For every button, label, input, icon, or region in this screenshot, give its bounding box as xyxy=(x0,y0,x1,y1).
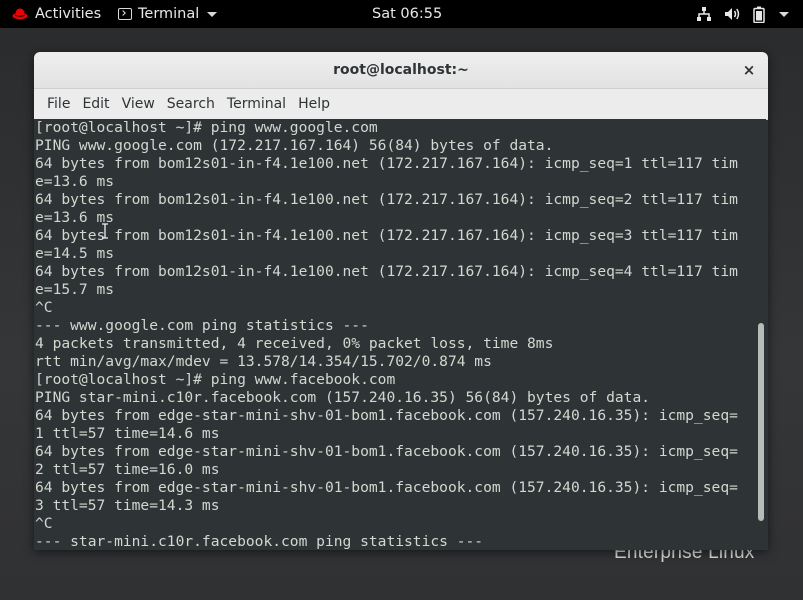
menu-search[interactable]: Search xyxy=(161,89,221,119)
terminal-line: ^C xyxy=(35,515,53,532)
close-button[interactable]: × xyxy=(740,61,758,79)
terminal-window[interactable]: root@localhost:~ × File Edit View Search… xyxy=(34,52,768,550)
terminal-line: [root@localhost ~]# ping www.google.com xyxy=(35,119,378,136)
chevron-down-icon xyxy=(207,11,218,17)
menu-file[interactable]: File xyxy=(41,89,76,119)
app-menu-label: Terminal xyxy=(138,6,200,22)
terminal-line: e=15.7 ms xyxy=(35,281,115,298)
scrollbar-thumb[interactable] xyxy=(758,323,764,521)
text-cursor-icon xyxy=(102,223,108,239)
terminal-line: 64 bytes from bom12s01-in-f4.1e100.net (… xyxy=(35,227,738,244)
terminal-line: 3 ttl=57 time=14.3 ms xyxy=(35,497,220,514)
terminal-line: [root@localhost ~]# ping www.facebook.co… xyxy=(35,371,396,388)
close-icon: × xyxy=(742,61,756,79)
terminal-line: 64 bytes from bom12s01-in-f4.1e100.net (… xyxy=(35,191,738,208)
terminal-line: rtt min/avg/max/mdev = 13.578/14.354/15.… xyxy=(35,353,492,370)
menu-help[interactable]: Help xyxy=(292,89,336,119)
terminal-output[interactable]: [root@localhost ~]# ping www.google.com … xyxy=(34,119,756,550)
terminal-line: e=14.5 ms xyxy=(35,245,115,262)
window-title: root@localhost:~ xyxy=(333,62,469,78)
terminal-line: PING star-mini.c10r.facebook.com (157.24… xyxy=(35,389,651,406)
activities-label: Activities xyxy=(35,6,102,22)
volume-icon xyxy=(725,8,740,20)
app-menu-terminal[interactable]: Terminal xyxy=(118,0,218,28)
menu-view[interactable]: View xyxy=(116,89,161,119)
desktop: Activities Terminal Sat 06:55 Enterprise… xyxy=(0,0,803,600)
terminal-line: ^C xyxy=(35,299,53,316)
window-titlebar[interactable]: root@localhost:~ × xyxy=(34,52,768,89)
terminal-line: 64 bytes from bom12s01-in-f4.1e100.net (… xyxy=(35,263,738,280)
battery-icon xyxy=(753,6,765,23)
terminal-line: e=13.6 ms xyxy=(35,173,115,190)
terminal-scrollbar[interactable] xyxy=(756,119,766,550)
terminal-line: 4 packets transmitted, 4 received, 0% pa… xyxy=(35,335,554,352)
activities-button[interactable]: Activities xyxy=(12,0,101,28)
terminal-line: 64 bytes from edge-star-mini-shv-01-bom1… xyxy=(35,407,738,424)
terminal-line: 64 bytes from edge-star-mini-shv-01-bom1… xyxy=(35,443,738,460)
menu-terminal[interactable]: Terminal xyxy=(221,89,292,119)
menu-edit[interactable]: Edit xyxy=(76,89,115,119)
terminal-line: 1 ttl=57 time=14.6 ms xyxy=(35,425,220,442)
top-bar: Activities Terminal Sat 06:55 xyxy=(0,0,803,28)
terminal-line: e=13.6 ms xyxy=(35,209,115,226)
terminal-line: PING www.google.com (172.217.167.164) 56… xyxy=(35,137,554,154)
terminal-line: --- www.google.com ping statistics --- xyxy=(35,317,369,334)
network-icon xyxy=(697,7,711,21)
terminal-app-icon xyxy=(118,8,132,20)
terminal-line: 64 bytes from bom12s01-in-f4.1e100.net (… xyxy=(35,155,738,172)
terminal-line: 64 bytes from edge-star-mini-shv-01-bom1… xyxy=(35,479,738,496)
terminal-line: 2 ttl=57 time=16.0 ms xyxy=(35,461,220,478)
system-tray[interactable] xyxy=(696,0,789,28)
power-menu-caret-icon xyxy=(779,11,789,17)
menu-bar: File Edit View Search Terminal Help xyxy=(34,89,768,120)
terminal-line: --- star-mini.c10r.facebook.com ping sta… xyxy=(35,533,484,550)
clock[interactable]: Sat 06:55 xyxy=(372,0,442,28)
redhat-logo-icon xyxy=(12,8,28,20)
